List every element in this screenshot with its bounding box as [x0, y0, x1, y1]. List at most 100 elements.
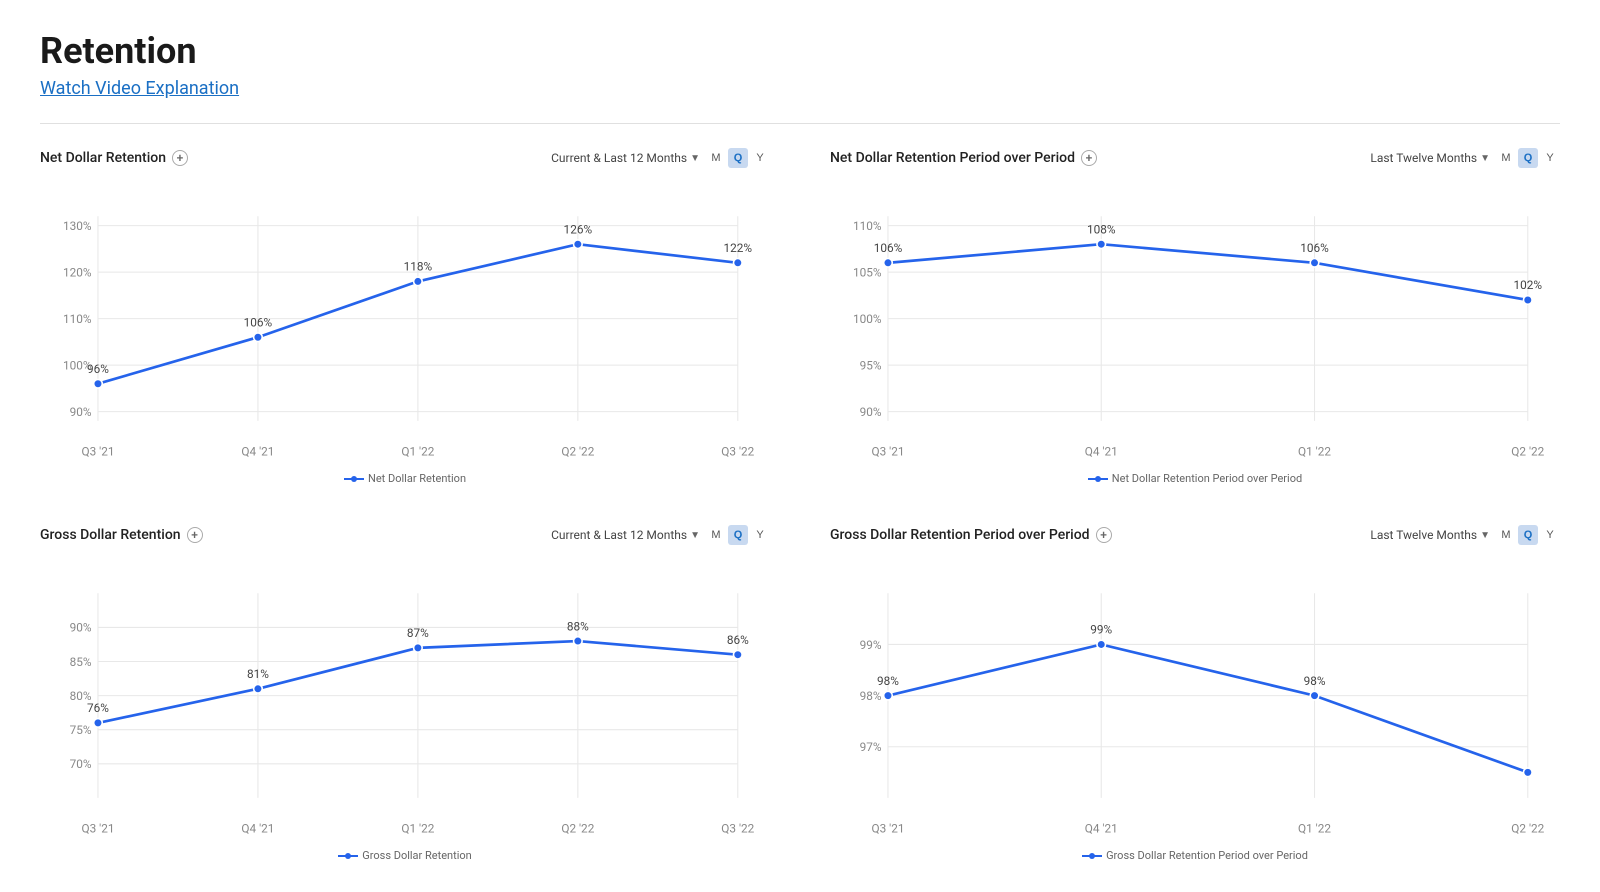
ndr-pop-q-btn[interactable]: Q [1518, 148, 1538, 168]
chart-header-gdr: Gross Dollar Retention + Current & Last … [40, 525, 770, 545]
svg-text:90%: 90% [70, 405, 92, 419]
gdr-pop-mqy-group: M Q Y [1496, 525, 1560, 545]
video-explanation-link[interactable]: Watch Video Explanation [40, 78, 239, 99]
gdr-legend: Gross Dollar Retention [40, 849, 770, 862]
chart-title-ndr: Net Dollar Retention + [40, 150, 188, 166]
svg-text:75%: 75% [70, 723, 92, 737]
ndr-dropdown-arrow: ▼ [690, 153, 700, 164]
svg-text:Q3 '21: Q3 '21 [81, 821, 114, 835]
svg-text:Q3 '21: Q3 '21 [81, 444, 114, 458]
svg-text:90%: 90% [860, 405, 882, 419]
gdr-mqy-group: M Q Y [706, 525, 770, 545]
gdr-chart-area: 70%75%80%85%90%Q3 '21Q4 '21Q1 '22Q2 '22Q… [40, 561, 770, 841]
chart-header-ndr-pop: Net Dollar Retention Period over Period … [830, 148, 1560, 168]
gdr-plus-icon[interactable]: + [187, 527, 203, 543]
svg-text:88%: 88% [567, 619, 589, 633]
section-divider [40, 123, 1560, 124]
svg-text:Q1 '22: Q1 '22 [1298, 821, 1331, 835]
svg-text:76%: 76% [87, 701, 109, 715]
gdr-controls: Current & Last 12 Months ▼ M Q Y [551, 525, 770, 545]
svg-text:Q4 '21: Q4 '21 [1085, 821, 1118, 835]
svg-text:Q4 '21: Q4 '21 [241, 444, 274, 458]
svg-text:81%: 81% [247, 667, 269, 681]
ndr-pop-controls: Last Twelve Months ▼ M Q Y [1370, 148, 1560, 168]
svg-text:Q2 '22: Q2 '22 [561, 821, 594, 835]
ndr-pop-chart-area: 90%95%100%105%110%Q3 '21Q4 '21Q1 '22Q2 '… [830, 184, 1560, 464]
ndr-chart-area: 90%100%110%120%130%Q3 '21Q4 '21Q1 '22Q2 … [40, 184, 770, 464]
ndr-plus-icon[interactable]: + [172, 150, 188, 166]
svg-text:Q1 '22: Q1 '22 [401, 821, 434, 835]
gross-dollar-retention-pop-chart: Gross Dollar Retention Period over Perio… [830, 525, 1560, 862]
svg-text:130%: 130% [63, 219, 92, 233]
svg-text:126%: 126% [564, 222, 593, 236]
chart-header-gdr-pop: Gross Dollar Retention Period over Perio… [830, 525, 1560, 545]
svg-text:106%: 106% [1300, 241, 1329, 255]
svg-text:Q3 '22: Q3 '22 [721, 821, 754, 835]
svg-text:98%: 98% [877, 674, 899, 688]
gdr-pop-m-btn[interactable]: M [1496, 525, 1516, 545]
net-dollar-retention-pop-chart: Net Dollar Retention Period over Period … [830, 148, 1560, 485]
svg-text:110%: 110% [63, 312, 92, 326]
ndr-pop-legend: Net Dollar Retention Period over Period [830, 472, 1560, 485]
svg-text:122%: 122% [724, 241, 753, 255]
svg-text:Q2 '22: Q2 '22 [1511, 821, 1544, 835]
gdr-pop-period-dropdown[interactable]: Last Twelve Months ▼ [1370, 528, 1490, 542]
gdr-pop-chart-area: 97%98%99%Q3 '21Q4 '21Q1 '22Q2 '2298%99%9… [830, 561, 1560, 841]
chart-title-gdr-pop: Gross Dollar Retention Period over Perio… [830, 527, 1112, 543]
ndr-legend: Net Dollar Retention [40, 472, 770, 485]
svg-text:100%: 100% [853, 312, 882, 326]
ndr-y-btn[interactable]: Y [750, 148, 770, 168]
svg-text:118%: 118% [404, 260, 433, 274]
svg-text:86%: 86% [727, 633, 749, 647]
svg-text:106%: 106% [874, 241, 903, 255]
svg-text:106%: 106% [244, 315, 273, 329]
svg-text:70%: 70% [70, 757, 92, 771]
svg-text:99%: 99% [860, 638, 882, 652]
gdr-m-btn[interactable]: M [706, 525, 726, 545]
gdr-y-btn[interactable]: Y [750, 525, 770, 545]
gdr-pop-legend: Gross Dollar Retention Period over Perio… [830, 849, 1560, 862]
gdr-pop-y-btn[interactable]: Y [1540, 525, 1560, 545]
ndr-q-btn[interactable]: Q [728, 148, 748, 168]
charts-grid: Net Dollar Retention + Current & Last 12… [40, 148, 1560, 862]
svg-text:98%: 98% [1304, 674, 1326, 688]
ndr-period-dropdown[interactable]: Current & Last 12 Months ▼ [551, 151, 700, 165]
svg-text:Q4 '21: Q4 '21 [241, 821, 274, 835]
svg-text:Q3 '21: Q3 '21 [871, 444, 904, 458]
ndr-mqy-group: M Q Y [706, 148, 770, 168]
svg-text:Q1 '22: Q1 '22 [1298, 444, 1331, 458]
svg-text:Q3 '22: Q3 '22 [721, 444, 754, 458]
svg-text:85%: 85% [70, 655, 92, 669]
gdr-pop-plus-icon[interactable]: + [1096, 527, 1112, 543]
gdr-pop-dropdown-arrow: ▼ [1480, 530, 1490, 541]
ndr-pop-period-dropdown[interactable]: Last Twelve Months ▼ [1370, 151, 1490, 165]
svg-text:Q4 '21: Q4 '21 [1085, 444, 1118, 458]
gross-dollar-retention-chart: Gross Dollar Retention + Current & Last … [40, 525, 770, 862]
svg-text:105%: 105% [853, 265, 882, 279]
ndr-pop-plus-icon[interactable]: + [1081, 150, 1097, 166]
gdr-q-btn[interactable]: Q [728, 525, 748, 545]
gdr-dropdown-arrow: ▼ [690, 530, 700, 541]
page-title: Retention [40, 30, 1560, 72]
svg-text:Q2 '22: Q2 '22 [1511, 444, 1544, 458]
svg-text:87%: 87% [407, 626, 429, 640]
ndr-pop-dropdown-arrow: ▼ [1480, 153, 1490, 164]
svg-text:96%: 96% [87, 362, 109, 376]
chart-header-ndr: Net Dollar Retention + Current & Last 12… [40, 148, 770, 168]
ndr-pop-y-btn[interactable]: Y [1540, 148, 1560, 168]
ndr-controls: Current & Last 12 Months ▼ M Q Y [551, 148, 770, 168]
gdr-pop-q-btn[interactable]: Q [1518, 525, 1538, 545]
ndr-m-btn[interactable]: M [706, 148, 726, 168]
svg-text:97%: 97% [860, 740, 882, 754]
ndr-pop-m-btn[interactable]: M [1496, 148, 1516, 168]
svg-text:102%: 102% [1514, 278, 1543, 292]
ndr-pop-mqy-group: M Q Y [1496, 148, 1560, 168]
gdr-period-dropdown[interactable]: Current & Last 12 Months ▼ [551, 528, 700, 542]
svg-text:98%: 98% [860, 689, 882, 703]
svg-text:90%: 90% [70, 621, 92, 635]
chart-title-ndr-pop: Net Dollar Retention Period over Period … [830, 150, 1097, 166]
net-dollar-retention-chart: Net Dollar Retention + Current & Last 12… [40, 148, 770, 485]
svg-text:Q1 '22: Q1 '22 [401, 444, 434, 458]
svg-text:Q3 '21: Q3 '21 [871, 821, 904, 835]
svg-text:110%: 110% [853, 219, 882, 233]
